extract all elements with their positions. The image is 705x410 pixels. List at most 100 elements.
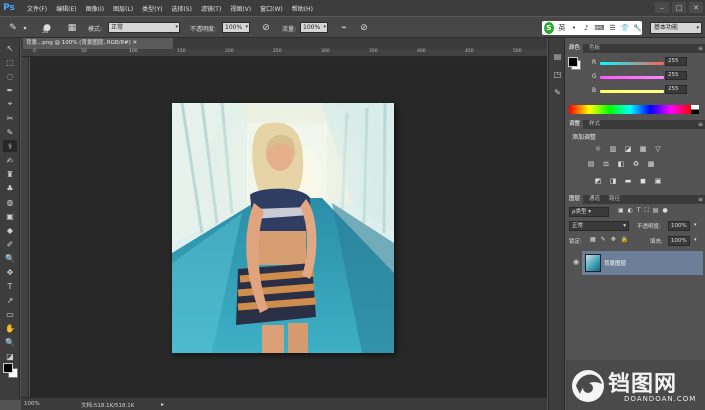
invert-icon[interactable]: ◩ (593, 176, 603, 185)
pen-tool-icon[interactable]: ✐ (3, 238, 17, 250)
color-spectrum[interactable] (569, 105, 691, 114)
tab-swatches[interactable]: 色板 (586, 44, 603, 53)
lock-image-icon[interactable]: ✎ (601, 236, 606, 243)
status-arrow-icon[interactable]: ▸ (161, 401, 164, 408)
channel-r-slider[interactable] (600, 62, 664, 65)
channel-g-slider[interactable] (600, 76, 664, 79)
hand-tool-icon[interactable]: ✋ (3, 322, 17, 334)
default-colors-icon[interactable]: ◪ (3, 350, 17, 362)
chevron-down-icon[interactable]: ▾ (22, 21, 28, 35)
hue-saturation-icon[interactable]: ▤ (586, 159, 596, 168)
brush-panel-icon[interactable]: ▦ (66, 21, 78, 35)
gradient-tool-icon[interactable]: ◍ (3, 196, 17, 208)
layer-filter-select[interactable]: ρ类型 ▾ (569, 207, 609, 217)
airbrush-icon[interactable]: ⌁ (338, 21, 350, 35)
ime-punct-icon[interactable]: • (570, 23, 578, 33)
vibrance-icon[interactable]: ▽ (653, 144, 663, 153)
tab-color[interactable]: 颜色 (566, 44, 584, 53)
fill-input[interactable]: 100% (668, 236, 690, 246)
mode-select[interactable]: 正常 ▾ (108, 22, 180, 33)
filter-type-icon[interactable]: T (637, 207, 641, 217)
tab-channels[interactable]: 通道 (586, 195, 603, 204)
document-info[interactable]: 文档:518.1K/518.1K (81, 401, 134, 409)
color-spectrum-bw[interactable] (691, 105, 699, 114)
filter-pixel-icon[interactable]: ▣ (618, 207, 624, 217)
layer-visibility-eye-icon[interactable]: ◉ (570, 256, 582, 268)
color-balance-icon[interactable]: ⚖ (601, 159, 611, 168)
brush-tool-icon[interactable]: ⚕ (3, 140, 17, 152)
layer-opacity-input[interactable]: 100% (668, 221, 690, 231)
selective-color-icon[interactable]: ▣ (653, 176, 663, 185)
lock-all-icon[interactable]: 🔒 (621, 236, 628, 243)
zoom-tool-icon[interactable]: 🔍 (3, 336, 17, 348)
layer-name[interactable]: 背景图层 (604, 259, 626, 267)
brush-tool-icon[interactable]: ✎ (6, 21, 20, 35)
curves-icon[interactable]: ◪ (623, 144, 633, 153)
rotate-view-tool-icon[interactable]: ✥ (3, 266, 17, 278)
menu-layer[interactable]: 图层(L) (113, 4, 133, 13)
menu-file[interactable]: 文件(F) (27, 4, 47, 13)
properties-panel-icon[interactable]: ◳ (551, 68, 564, 81)
dodge-tool-icon[interactable]: ◆ (3, 224, 17, 236)
panel-menu-icon[interactable]: ≡ (698, 196, 703, 203)
pressure-size-icon[interactable]: ⊘ (358, 21, 370, 35)
ime-skin-icon[interactable]: 👕 (621, 23, 630, 33)
quick-select-tool-icon[interactable]: ✒ (3, 84, 17, 96)
tab-adjustments[interactable]: 调整 (566, 120, 584, 129)
zoom-level[interactable]: 100% (24, 401, 40, 407)
menu-select[interactable]: 选择(S) (171, 4, 192, 13)
maximize-button[interactable]: □ (672, 2, 686, 13)
blur-tool-icon[interactable]: ▣ (3, 210, 17, 222)
panel-menu-icon[interactable]: ≡ (698, 121, 703, 128)
minimize-button[interactable]: – (655, 2, 669, 13)
lasso-tool-icon[interactable]: ◌ (3, 70, 17, 82)
menu-window[interactable]: 窗口(W) (260, 4, 283, 13)
ime-lang-icon[interactable]: 英 (558, 23, 566, 33)
rectangle-tool-icon[interactable]: ▭ (3, 308, 17, 320)
exposure-icon[interactable]: ▦ (638, 144, 648, 153)
levels-icon[interactable]: ▥ (608, 144, 618, 153)
ime-voice-icon[interactable]: ♪ (582, 23, 590, 33)
brush-panel-icon[interactable]: ✎ (551, 86, 564, 99)
menu-help[interactable]: 帮助(H) (292, 4, 313, 13)
filter-smart-icon[interactable]: ▤ (653, 207, 659, 217)
healing-brush-tool-icon[interactable]: ✎ (3, 126, 17, 138)
gradient-map-icon[interactable]: ◼ (638, 176, 648, 185)
sogou-logo[interactable]: S (544, 22, 554, 34)
menu-type[interactable]: 类型(Y) (142, 4, 162, 13)
filter-toggle-icon[interactable]: ● (662, 207, 667, 217)
clone-stamp-tool-icon[interactable]: ✍ (3, 154, 17, 166)
lock-position-icon[interactable]: ✥ (611, 236, 616, 243)
chevron-down-icon[interactable]: ▾ (694, 237, 697, 243)
photo-filter-icon[interactable]: ♻ (631, 159, 641, 168)
layer-row[interactable]: 背景图层 (582, 251, 703, 275)
marquee-tool-icon[interactable]: ⬚ (3, 56, 17, 68)
workspace-select[interactable]: 基本功能 ▾ (650, 22, 702, 34)
channel-mixer-icon[interactable]: ▦ (646, 159, 656, 168)
eyedropper-tool-icon[interactable]: ✂ (3, 112, 17, 124)
channel-b-value[interactable]: 255 (665, 85, 687, 94)
black-white-icon[interactable]: ◧ (616, 159, 626, 168)
close-button[interactable]: ✕ (689, 2, 703, 13)
type-tool-icon[interactable]: T (3, 280, 17, 292)
posterize-icon[interactable]: ◨ (608, 176, 618, 185)
threshold-icon[interactable]: ▬ (623, 176, 633, 185)
ime-tools-icon[interactable]: 🔧 (633, 23, 642, 33)
menu-edit[interactable]: 编辑(E) (56, 4, 76, 13)
tab-layers[interactable]: 图层 (566, 195, 584, 204)
move-tool-icon[interactable]: ↖ (3, 42, 17, 54)
pressure-opacity-icon[interactable]: ⊘ (260, 21, 272, 35)
flow-input[interactable]: 100% ▾ (300, 22, 328, 33)
panel-menu-icon[interactable]: ≡ (698, 45, 703, 52)
color-panel-fg-swatch[interactable] (568, 57, 578, 67)
channel-g-value[interactable]: 255 (665, 71, 687, 80)
history-panel-icon[interactable]: ▤ (551, 50, 564, 63)
path-select-tool-icon[interactable]: ↗ (3, 294, 17, 306)
channel-r-value[interactable]: 255 (665, 57, 687, 66)
channel-b-slider[interactable] (600, 90, 664, 93)
menu-filter[interactable]: 滤镜(T) (201, 4, 221, 13)
magnifier-tool-icon[interactable]: 🔍 (3, 252, 17, 264)
menu-view[interactable]: 视图(V) (230, 4, 251, 13)
lock-transparent-icon[interactable]: ▦ (590, 236, 596, 243)
menu-image[interactable]: 图像(I) (86, 4, 104, 13)
